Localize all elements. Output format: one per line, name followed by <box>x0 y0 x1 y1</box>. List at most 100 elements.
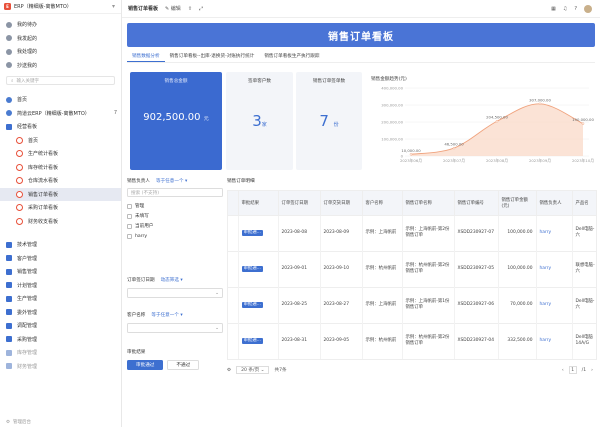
row-checkbox-cell[interactable] <box>228 286 239 323</box>
column-header[interactable]: 订单签订日期 <box>278 191 321 215</box>
table-cell: 审批通... <box>238 250 279 287</box>
sidebar-item-outsource[interactable]: 委外管理 <box>0 306 121 320</box>
option-label: harry <box>135 233 148 239</box>
date-select[interactable]: ⌄ <box>127 288 223 298</box>
sidebar-item-label: 我发起的 <box>17 35 38 42</box>
column-header[interactable]: 销售订单名称 <box>402 191 455 215</box>
customer-select[interactable]: ⌄ <box>127 323 223 333</box>
data-point <box>452 146 456 150</box>
sidebar-item-label: 生产统计看板 <box>28 151 59 158</box>
fullscreen-icon[interactable]: ⤢ <box>199 6 203 12</box>
chevron-down-icon[interactable]: ▾ <box>112 3 115 10</box>
checkbox[interactable] <box>127 223 132 229</box>
row-checkbox-cell[interactable] <box>228 214 239 251</box>
page-number-input[interactable]: 1 <box>568 366 577 374</box>
sidebar-item-plan[interactable]: 计划管理 <box>0 279 121 293</box>
table-row[interactable]: 审批通... 2023-08-08 2023-08-09 示例：上海帆前 示例：上海帆前… <box>228 214 596 251</box>
kpi-order-count: 销售订单签单数 7 份 <box>296 72 362 170</box>
app-header[interactable]: E ERP（精细版-离散MTO） ▾ <box>0 0 121 14</box>
sidebar-item-board-home[interactable]: 首页 <box>0 134 121 148</box>
help-icon[interactable]: ? <box>574 6 577 12</box>
select-all-cell[interactable] <box>228 191 239 215</box>
sidebar-item-app[interactable]: 简道云ERP（精细版-离散MTO） 7 <box>0 107 121 121</box>
sidebar-item-tech[interactable]: 技术管理 <box>0 238 121 252</box>
bell-icon[interactable]: ♫ <box>563 6 567 12</box>
share-icon[interactable]: ⇪ <box>188 6 192 12</box>
checkbox[interactable] <box>127 233 132 239</box>
sidebar-item-production-mgmt[interactable]: 生产管理 <box>0 292 121 306</box>
sidebar-item-todo[interactable]: 我的待办 <box>0 18 121 32</box>
table-row[interactable]: 审批通...2023-07-052023-07-20示例：无锡简道云示例：无锡简… <box>228 358 596 359</box>
sidebar-item-purchase[interactable]: 采购管理 <box>0 333 121 347</box>
column-header[interactable]: 销售订单编号 <box>454 191 499 215</box>
filter-mode-dropdown[interactable]: 等于任意一个 ▾ <box>151 312 182 318</box>
settings-icon[interactable]: ⚙ <box>227 368 231 373</box>
sidebar-item-stock[interactable]: 库存管理 <box>0 346 121 360</box>
sidebar-item-cc[interactable]: 抄送我的 <box>0 59 121 73</box>
sidebar-item-label: 仓库流水看板 <box>28 178 59 185</box>
table-cell: 2023-09-01 <box>278 250 321 287</box>
filter-option[interactable]: 管理 <box>127 201 223 211</box>
approval-buttons: 审批通过 不通过 <box>127 360 223 370</box>
checkbox[interactable] <box>127 203 132 209</box>
x-tick-label: 2023年07月 <box>443 158 465 163</box>
reject-filter-button[interactable]: 不通过 <box>167 360 200 370</box>
column-header[interactable]: 订单交货日期 <box>320 191 363 215</box>
tab-sales-analysis[interactable]: 销售数据分析 <box>127 51 165 62</box>
filter-label: 审批结果 <box>127 350 146 355</box>
table-cell: 示例：上海帆前-第1份销售订单 <box>402 286 455 323</box>
column-header[interactable]: 客户名称 <box>362 191 403 215</box>
page-size-label: 20 条/页 <box>241 368 260 373</box>
table-cell: 联想电脑-六 <box>572 250 596 287</box>
sidebar-item-finance-board[interactable]: 财务收支看板 <box>0 215 121 229</box>
sidebar-item-finance[interactable]: 财务管理 <box>0 360 121 374</box>
sidebar-item-label: 调配管理 <box>17 323 38 330</box>
sidebar-item-purchase-board[interactable]: 采购订单看板 <box>0 201 121 215</box>
sidebar-item-handled[interactable]: 我处理的 <box>0 45 121 59</box>
board-icon <box>16 204 23 212</box>
sidebar-item-production[interactable]: 生产统计看板 <box>0 147 121 161</box>
column-header[interactable]: 销售订单金额(元) <box>498 191 537 215</box>
sidebar-item-inventory[interactable]: 库存统计看板 <box>0 161 121 175</box>
sidebar-item-allocation[interactable]: 调配管理 <box>0 319 121 333</box>
filter-mode-dropdown[interactable]: 等于任意一个 ▾ <box>156 178 187 184</box>
x-tick-label: 2023年10月 <box>572 158 594 163</box>
sidebar-search-input[interactable]: ⌕ 输入关键字 <box>6 76 115 85</box>
filter-option[interactable]: harry <box>127 231 223 241</box>
sidebar-item-warehouse[interactable]: 仓库流水看板 <box>0 174 121 188</box>
tab-production-track[interactable]: 销售订单看板生产执行跟踪 <box>259 51 324 62</box>
row-checkbox-cell[interactable] <box>228 250 239 287</box>
tab-outbound-stats[interactable]: 销售订单看板--出库-退换货-对账执行统计 <box>165 51 260 62</box>
filter-option[interactable]: 当前用户 <box>127 221 223 231</box>
avatar[interactable] <box>584 4 592 13</box>
sidebar-item-home[interactable]: 首页 <box>0 93 121 107</box>
data-label: 204,500.00 <box>486 115 508 120</box>
filter-option[interactable]: 未填写 <box>127 211 223 221</box>
approve-filter-button[interactable]: 审批通过 <box>127 360 164 370</box>
edit-button[interactable]: ✎ 编辑 <box>165 5 181 12</box>
sidebar-item-initiated[interactable]: 我发起的 <box>0 32 121 46</box>
table-row[interactable]: 审批通... 2023-08-31 2023-09-05 示例：杭州帆前 示例：杭州帆前… <box>228 322 596 359</box>
checkbox[interactable] <box>127 213 132 219</box>
sidebar-item-sales-board[interactable]: 销售订单看板 <box>0 187 121 201</box>
admin-link[interactable]: ⚙ 管理后台 <box>6 419 31 426</box>
table-row[interactable]: 审批通... 2023-08-25 2023-08-27 示例：上海帆前 示例：上海帆前… <box>228 286 596 323</box>
row-checkbox-cell[interactable] <box>228 322 239 359</box>
column-header[interactable]: 审批结果 <box>238 191 279 215</box>
prev-page-icon[interactable]: ‹ <box>562 368 564 373</box>
option-label: 管理 <box>135 204 145 209</box>
table-cell: Dell电脑-六 <box>572 286 596 323</box>
filter-search-input[interactable]: 搜索 (不支持) <box>127 188 223 197</box>
sidebar-item-boards[interactable]: 经营看板 <box>0 120 121 134</box>
row-checkbox-cell[interactable] <box>228 358 239 359</box>
column-header[interactable]: 产品名 <box>572 191 596 215</box>
column-header[interactable]: 销售负责人 <box>536 191 573 215</box>
topbar: 销售订单看板 ✎ 编辑 ⇪ ⤢ ▦ ♫ ? <box>122 0 600 18</box>
table-row[interactable]: 审批通... 2023-09-01 2023-09-10 示例：杭州帆前 示例：杭州帆前… <box>228 250 596 287</box>
page-size-select[interactable]: 20 条/页 ⌄ <box>236 366 270 374</box>
grid-icon[interactable]: ▦ <box>551 6 556 12</box>
filter-mode-dropdown[interactable]: 动态筛选 ▾ <box>161 277 183 283</box>
sidebar-item-sales[interactable]: 销售管理 <box>0 265 121 279</box>
sidebar-item-customer[interactable]: 客户管理 <box>0 252 121 266</box>
next-page-icon[interactable]: › <box>591 368 593 373</box>
